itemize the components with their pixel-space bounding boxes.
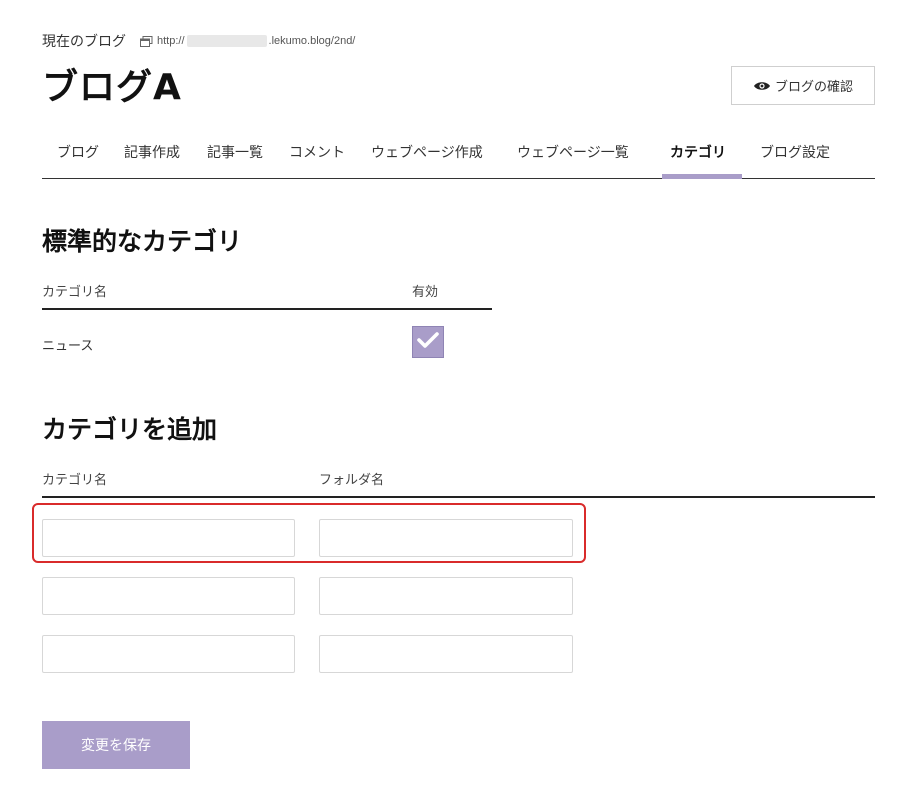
view-blog-button[interactable]: ブログの確認 [731,66,875,105]
standard-table-divider [42,308,492,310]
current-blog-label: 現在のブログ [42,34,126,50]
blog-title: ブログA [42,67,182,108]
external-window-icon [140,35,153,47]
redacted-url-segment [186,35,267,47]
save-changes-button[interactable]: 変更を保存 [42,721,190,769]
folder-name-input-3[interactable] [319,635,573,673]
add-category-heading: カテゴリを追加 [42,415,218,444]
nav-tabs: ブログ 記事作成 記事一覧 コメント ウェブページ作成 ウェブページ一覧 カテゴ… [42,134,875,179]
view-blog-label: ブログの確認 [774,80,853,95]
eye-icon [753,80,771,92]
add-table-divider [42,496,875,498]
folder-name-input-2[interactable] [319,577,573,615]
tab-new-entry[interactable]: 記事作成 [120,134,203,179]
folder-name-input-1[interactable] [319,519,573,557]
checkmark-icon [417,331,439,353]
enabled-column-header: 有効 [412,285,439,300]
blog-url-suffix: .lekumo.blog/2nd/ [268,35,356,47]
tab-categories[interactable]: カテゴリ [662,134,742,179]
tab-new-webpage[interactable]: ウェブページ作成 [368,134,514,179]
blog-url[interactable]: http:// .lekumo.blog/2nd/ [157,35,355,47]
tab-blog[interactable]: ブログ [42,134,120,179]
category-enabled-checkbox[interactable] [412,326,444,358]
category-name-input-2[interactable] [42,577,295,615]
blog-url-prefix: http:// [157,35,185,47]
current-blog-row: 現在のブログ http:// .lekumo.blog/2nd/ [42,30,355,52]
tab-comments[interactable]: コメント [285,134,368,179]
category-name-input-3[interactable] [42,635,295,673]
tab-entry-list[interactable]: 記事一覧 [203,134,285,179]
category-name-input-1[interactable] [42,519,295,557]
standard-categories-heading: 標準的なカテゴリ [42,227,243,256]
category-row-name: ニュース [42,339,94,354]
tab-blog-settings[interactable]: ブログ設定 [742,134,852,179]
tab-webpage-list[interactable]: ウェブページ一覧 [514,134,662,179]
category-name-column-header: カテゴリ名 [42,285,108,300]
folder-name-column-header: フォルダ名 [319,473,385,488]
new-category-name-column-header: カテゴリ名 [42,473,108,488]
